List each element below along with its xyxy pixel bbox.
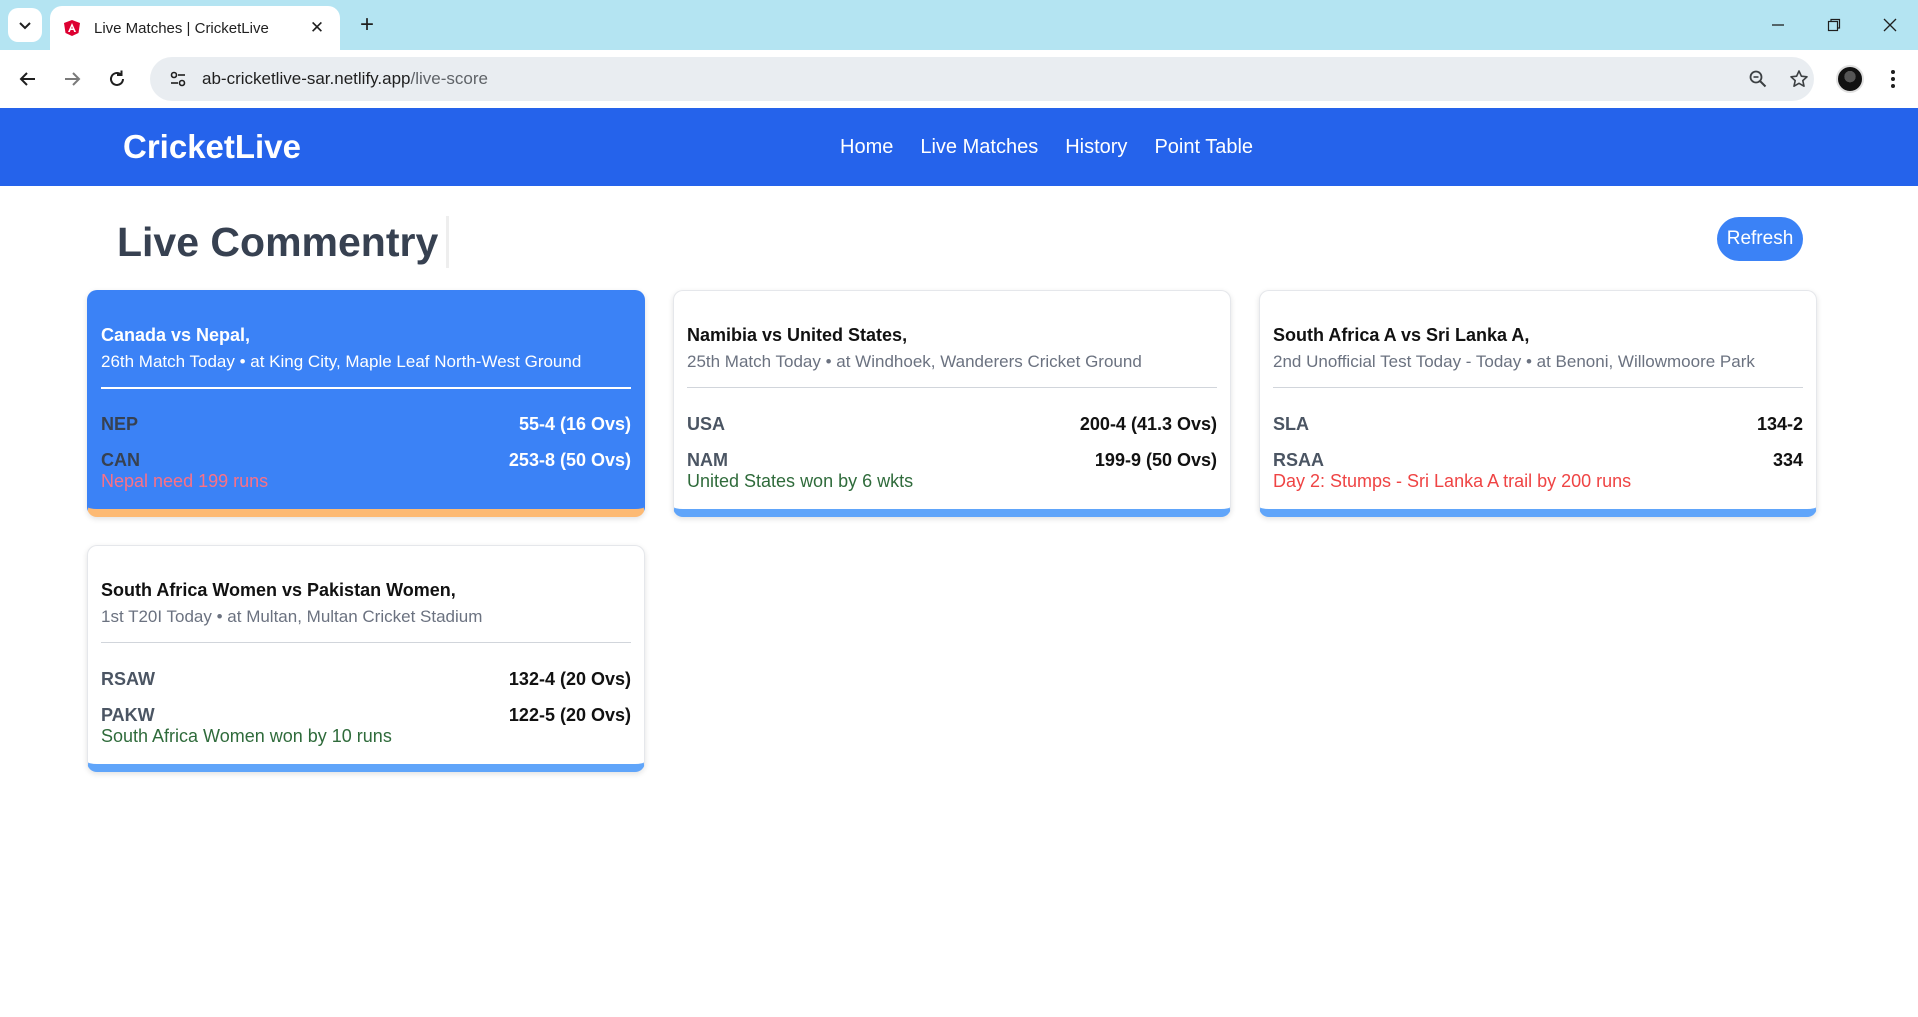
nav-point-table[interactable]: Point Table xyxy=(1154,136,1253,159)
more-menu-icon[interactable] xyxy=(1880,63,1906,95)
site-header: CricketLive Home Live Matches History Po… xyxy=(0,108,1918,186)
match-subtitle: 1st T20I Today • at Multan, Multan Crick… xyxy=(101,607,483,626)
close-window-icon[interactable] xyxy=(1862,0,1918,50)
team-score: 334 xyxy=(1772,449,1803,470)
innings-row: USA 200-4 (41.3 Ovs) xyxy=(687,409,1217,439)
nav-home[interactable]: Home xyxy=(840,136,893,159)
browser-tab-bar: Live Matches | CricketLive ✕ + xyxy=(0,0,1918,50)
match-subtitle: 26th Match Today • at King City, Maple L… xyxy=(101,352,582,371)
match-card-namibia-vs-united-states[interactable]: Namibia vs United States, 25th Match Tod… xyxy=(673,290,1231,517)
main-nav: Home Live Matches History Point Table xyxy=(840,108,1280,186)
match-card-south-africa-women-vs-pakistan-women[interactable]: South Africa Women vs Pakistan Women, 1s… xyxy=(87,545,645,772)
site-info-tune-icon[interactable] xyxy=(164,65,192,93)
match-card-header: Namibia vs United States, 25th Match Tod… xyxy=(687,321,1217,375)
url-host: ab-cricketlive-sar.netlify.app xyxy=(202,69,411,88)
tab-title: Live Matches | CricketLive xyxy=(94,19,269,37)
restore-icon[interactable] xyxy=(1806,0,1862,50)
minimize-icon[interactable] xyxy=(1750,0,1806,50)
match-status: United States won by 6 wkts xyxy=(687,471,914,491)
match-title: South Africa Women vs Pakistan Women, xyxy=(101,580,456,600)
team-score: 132-4 (20 Ovs) xyxy=(508,668,631,689)
match-subtitle: 2nd Unofficial Test Today - Today • at B… xyxy=(1273,352,1755,371)
profile-avatar[interactable] xyxy=(1836,65,1864,93)
match-card-header: South Africa Women vs Pakistan Women, 1s… xyxy=(101,576,631,630)
team-score: 134-2 xyxy=(1756,413,1803,434)
team-score: 199-9 (50 Ovs) xyxy=(1094,449,1217,470)
browser-toolbar: ab-cricketlive-sar.netlify.app/live-scor… xyxy=(0,50,1918,108)
team-name: USA xyxy=(687,413,726,434)
innings-row: NEP 55-4 (16 Ovs) xyxy=(101,409,631,439)
team-name: RSAW xyxy=(101,668,155,689)
back-arrow-icon[interactable] xyxy=(12,63,44,95)
refresh-button[interactable]: Refresh xyxy=(1717,217,1803,261)
page-title: Live Commentry xyxy=(117,216,450,268)
match-card-header: Canada vs Nepal, 26th Match Today • at K… xyxy=(101,321,631,375)
match-status: South Africa Women won by 10 runs xyxy=(101,726,392,746)
match-title: Canada vs Nepal, xyxy=(101,325,251,345)
tab-close-icon[interactable]: ✕ xyxy=(306,17,328,39)
zoom-icon[interactable] xyxy=(1744,65,1772,93)
match-card-south-africa-a-vs-sri-lanka-a[interactable]: South Africa A vs Sri Lanka A, 2nd Unoff… xyxy=(1259,290,1817,517)
reload-icon[interactable] xyxy=(101,63,133,95)
url-text: ab-cricketlive-sar.netlify.app/live-scor… xyxy=(202,69,488,89)
new-tab-icon[interactable]: + xyxy=(352,10,382,40)
match-status: Day 2: Stumps - Sri Lanka A trail by 200… xyxy=(1273,471,1632,491)
forward-arrow-icon[interactable] xyxy=(56,63,88,95)
tab-search-chevron-icon[interactable] xyxy=(8,8,42,42)
match-title: South Africa A vs Sri Lanka A, xyxy=(1273,325,1530,345)
match-subtitle: 25th Match Today • at Windhoek, Wanderer… xyxy=(687,352,1142,371)
bookmark-star-icon[interactable] xyxy=(1785,65,1813,93)
browser-tab[interactable]: Live Matches | CricketLive ✕ xyxy=(50,6,340,50)
innings-row: RSAW 132-4 (20 Ovs) xyxy=(101,664,631,694)
match-card-header: South Africa A vs Sri Lanka A, 2nd Unoff… xyxy=(1273,321,1803,375)
team-name: NEP xyxy=(101,413,139,434)
team-name: SLA xyxy=(1273,413,1309,434)
card-divider xyxy=(1273,387,1803,388)
match-status: Nepal need 199 runs xyxy=(101,471,269,491)
match-card-canada-vs-nepal[interactable]: Canada vs Nepal, 26th Match Today • at K… xyxy=(87,290,645,517)
team-score: 122-5 (20 Ovs) xyxy=(508,704,631,725)
card-divider xyxy=(101,387,631,389)
team-score: 200-4 (41.3 Ovs) xyxy=(1079,413,1217,434)
team-score: 55-4 (16 Ovs) xyxy=(518,413,631,434)
url-path: /live-score xyxy=(410,69,488,88)
match-title: Namibia vs United States, xyxy=(687,325,908,345)
angular-favicon-icon xyxy=(62,18,82,38)
nav-live-matches[interactable]: Live Matches xyxy=(920,136,1038,159)
nav-history[interactable]: History xyxy=(1065,136,1127,159)
team-score: 253-8 (50 Ovs) xyxy=(508,449,631,470)
address-bar[interactable]: ab-cricketlive-sar.netlify.app/live-scor… xyxy=(150,57,1814,101)
innings-row: SLA 134-2 xyxy=(1273,409,1803,439)
brand-logo[interactable]: CricketLive xyxy=(123,128,301,166)
card-divider xyxy=(101,642,631,643)
card-divider xyxy=(687,387,1217,388)
